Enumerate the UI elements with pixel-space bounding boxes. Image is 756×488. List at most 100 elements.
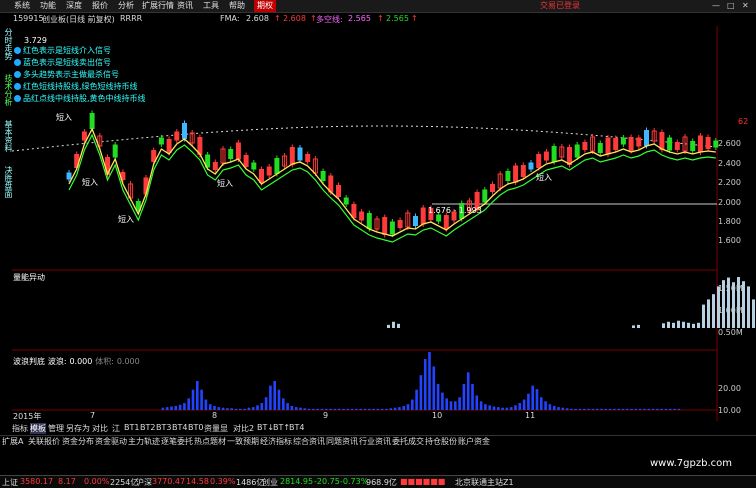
cat-topic-news[interactable]: 同题资讯 <box>326 436 358 447</box>
cat-tick-orders[interactable]: 逐笔委托 <box>161 436 193 447</box>
wave-bar <box>282 398 285 410</box>
wave-bar <box>608 408 612 410</box>
sidebar-tab-market-decision[interactable]: 决胜盘面 <box>0 166 13 198</box>
wave-bar <box>269 385 272 410</box>
cat-consensus[interactable]: 一致预期 <box>227 436 259 447</box>
cat-main-track[interactable]: 主力轨迹 <box>128 436 160 447</box>
candle-body <box>659 132 665 150</box>
sidebar-tab-technical[interactable]: 技术分析 <box>0 74 13 106</box>
tab-template[interactable]: 模板 <box>30 423 46 434</box>
candle-body <box>567 147 572 165</box>
menu-help[interactable]: 帮助 <box>229 0 245 12</box>
wave-bar <box>398 407 401 410</box>
bullet-icon <box>14 71 21 78</box>
volume-bar <box>392 321 395 328</box>
cat-fund-drive[interactable]: 资金驱动 <box>95 436 127 447</box>
volume-bar <box>397 323 400 328</box>
tab-bt0[interactable]: BT0 <box>188 423 203 432</box>
sh-amount: 2254亿 <box>110 478 139 487</box>
cy-amount: 968.9亿 <box>366 478 397 487</box>
wave-bar <box>273 381 276 410</box>
wave-bar <box>548 404 552 410</box>
wave-bar <box>574 408 577 410</box>
wave-bar <box>505 407 509 410</box>
wave-bar <box>415 389 418 410</box>
wave-bar <box>204 399 208 410</box>
menu-bar: 系统 功能 深度 报价 分析 扩展行情 资讯 工具 帮助 期权 交易已登录 — … <box>0 0 756 13</box>
candle-body <box>320 171 326 181</box>
menu-quote[interactable]: 报价 <box>92 0 108 12</box>
menu-news[interactable]: 资讯 <box>177 0 193 12</box>
menu-analysis[interactable]: 分析 <box>118 0 134 12</box>
tab-indicator[interactable]: 指标 <box>12 423 28 434</box>
sidebar-tab-intraday[interactable]: 分时走势 <box>0 28 13 60</box>
wave-bar <box>638 408 642 410</box>
wave-label: 波浪: <box>47 357 67 366</box>
wave-bar <box>626 408 629 410</box>
wave-bar <box>406 404 410 410</box>
menu-depth[interactable]: 深度 <box>66 0 82 12</box>
tab-bt2[interactable]: BT2 <box>140 423 155 432</box>
wave-bar <box>673 408 676 410</box>
sidebar-tab-fundamentals[interactable]: 基本资料 <box>0 120 13 152</box>
tab-bt4b[interactable]: BT4 <box>289 423 304 432</box>
cat-news[interactable]: 综合资讯 <box>293 436 325 447</box>
tab-compare2[interactable]: 对比2 <box>233 423 254 434</box>
price-tick: 1.600 <box>718 236 741 245</box>
tab-bt4[interactable]: BT4 <box>172 423 187 432</box>
close-icon[interactable]: ✕ <box>742 0 749 12</box>
tab-bt-down[interactable]: BT↓ <box>257 423 274 432</box>
wave-bar <box>660 408 663 410</box>
wave-bar <box>165 407 169 410</box>
candle-body <box>274 158 280 174</box>
tab-manage[interactable]: 管理 <box>48 423 64 434</box>
candle-body <box>520 165 526 177</box>
cat-holdings[interactable]: 持仓股份 <box>425 436 457 447</box>
wave-bar <box>423 358 427 410</box>
cat-economic[interactable]: 经济指标 <box>260 436 292 447</box>
fma-value: 2.608 <box>246 14 269 23</box>
cat-industry-news[interactable]: 行业资讯 <box>359 436 391 447</box>
tab-bt3[interactable]: BT3 <box>156 423 171 432</box>
maximize-icon[interactable]: □ <box>727 0 735 12</box>
wave-bar <box>531 385 534 410</box>
server-name[interactable]: 北京联通主站Z1 <box>455 477 514 488</box>
menu-options[interactable]: 期权 <box>254 0 276 12</box>
menu-system[interactable]: 系统 <box>14 0 30 12</box>
tab-save-as[interactable]: 另存为 <box>66 423 90 434</box>
buy-signal-label: 短入 <box>56 113 72 122</box>
cat-related-quotes[interactable]: 关联报价 <box>28 436 60 447</box>
menu-extended-market[interactable]: 扩展行情 <box>142 0 174 12</box>
account-status[interactable]: 交易已登录 <box>540 0 580 12</box>
tab-compare[interactable]: 对比 <box>92 423 108 434</box>
candle-body <box>551 146 557 162</box>
volume-bar <box>752 299 755 328</box>
indicator-toolbar: 指标 模板 管理 另存为 对比 江 BT1 BT2 BT3 BT4 BT0 资量… <box>0 423 756 435</box>
cat-orders[interactable]: 委托成交 <box>392 436 424 447</box>
wave-bar <box>621 408 625 410</box>
menu-tools[interactable]: 工具 <box>203 0 219 12</box>
cat-hot-topics[interactable]: 热点题材 <box>194 436 226 447</box>
cat-account-funds[interactable]: 账户资金 <box>458 436 490 447</box>
candle-body <box>674 142 680 150</box>
tab-jiang[interactable]: 江 <box>112 423 120 434</box>
sh-pct: 0.00% <box>84 477 110 486</box>
wave-bar <box>578 408 582 410</box>
wave-bar <box>213 405 216 410</box>
x-axis-month: 7 <box>90 411 96 420</box>
tab-bt1[interactable]: BT1 <box>124 423 139 432</box>
cat-extended-a[interactable]: 扩展A <box>2 436 23 447</box>
minimize-icon[interactable]: — <box>712 0 720 12</box>
wave-bar <box>647 408 651 410</box>
wave-bar <box>393 407 397 410</box>
tab-volume[interactable]: 资量显 <box>204 423 228 434</box>
category-bar: 扩展A 关联报价 资金分布 资金驱动 主力轨迹 逐笔委托 热点题材 一致预期 经… <box>0 435 756 447</box>
cat-fund-distribution[interactable]: 资金分布 <box>62 436 94 447</box>
x-axis-month: 10 <box>432 411 443 420</box>
tab-bt-up[interactable]: BT↑ <box>273 423 290 432</box>
menu-function[interactable]: 功能 <box>40 0 56 12</box>
price-tick: 2.600 <box>718 139 741 148</box>
volume-bar <box>672 322 675 328</box>
candle-body <box>667 137 673 151</box>
security-code: 159915 <box>13 14 44 23</box>
